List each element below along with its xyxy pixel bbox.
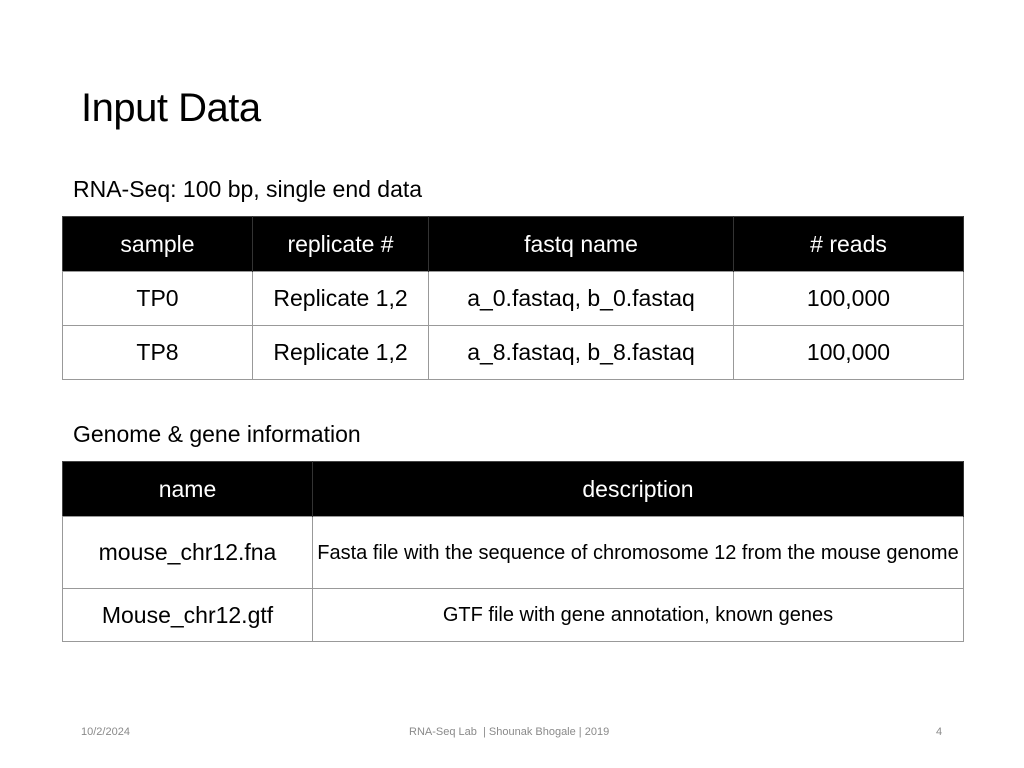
table-cell: 100,000: [733, 271, 964, 326]
column-header: name: [62, 461, 313, 517]
slide-title: Input Data: [81, 86, 261, 130]
table-row: mouse_chr12.fna Fasta file with the sequ…: [62, 516, 964, 589]
rnaseq-table: sample replicate # fastq name # reads TP…: [62, 216, 964, 380]
genome-section-heading: Genome & gene information: [73, 421, 361, 447]
table-cell: Replicate 1,2: [252, 325, 429, 380]
column-header: description: [312, 461, 964, 517]
page-number: 4: [936, 726, 943, 738]
footer-date: 10/2/2024: [81, 726, 130, 738]
table-cell: Replicate 1,2: [252, 271, 429, 326]
footer-text: RNA-Seq Lab | Shounak Bhogale | 2019: [409, 726, 610, 738]
rnaseq-section-heading: RNA-Seq: 100 bp, single end data: [73, 176, 423, 202]
column-header: replicate #: [252, 216, 429, 272]
table-row: TP8 Replicate 1,2 a_8.fastaq, b_8.fastaq…: [62, 325, 964, 380]
column-header: fastq name: [428, 216, 734, 272]
genome-table: name description mouse_chr12.fna Fasta f…: [62, 461, 964, 642]
table-cell: Mouse_chr12.gtf: [62, 588, 313, 642]
table-cell: a_0.fastaq, b_0.fastaq: [428, 271, 734, 326]
table-cell: GTF file with gene annotation, known gen…: [312, 588, 964, 642]
table-row: Mouse_chr12.gtf GTF file with gene annot…: [62, 588, 964, 642]
table-cell: 100,000: [733, 325, 964, 380]
table-cell: TP8: [62, 325, 253, 380]
column-header: sample: [62, 216, 253, 272]
table-header-row: name description: [62, 461, 964, 517]
table-header-row: sample replicate # fastq name # reads: [62, 216, 964, 272]
table-cell: TP0: [62, 271, 253, 326]
table-row: TP0 Replicate 1,2 a_0.fastaq, b_0.fastaq…: [62, 271, 964, 326]
table-cell: mouse_chr12.fna: [62, 516, 313, 589]
table-cell: Fasta file with the sequence of chromoso…: [312, 516, 964, 589]
column-header: # reads: [733, 216, 964, 272]
table-cell: a_8.fastaq, b_8.fastaq: [428, 325, 734, 380]
